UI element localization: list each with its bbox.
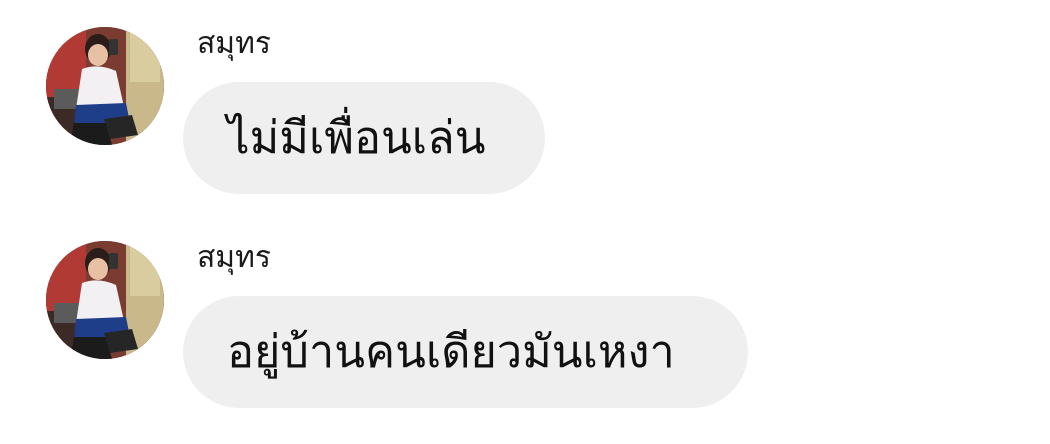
message-text: ไม่มีเพื่อนเล่น (227, 111, 486, 164)
sender-name: สมุทร (197, 26, 271, 61)
message-text: อยู่บ้านคนเดียวมันเหงา (227, 325, 675, 378)
sender-name: สมุทร (197, 240, 271, 275)
avatar[interactable] (46, 27, 164, 145)
avatar[interactable] (46, 241, 164, 359)
message-bubble[interactable]: อยู่บ้านคนเดียวมันเหงา (183, 296, 748, 408)
message-bubble[interactable]: ไม่มีเพื่อนเล่น (183, 82, 545, 194)
